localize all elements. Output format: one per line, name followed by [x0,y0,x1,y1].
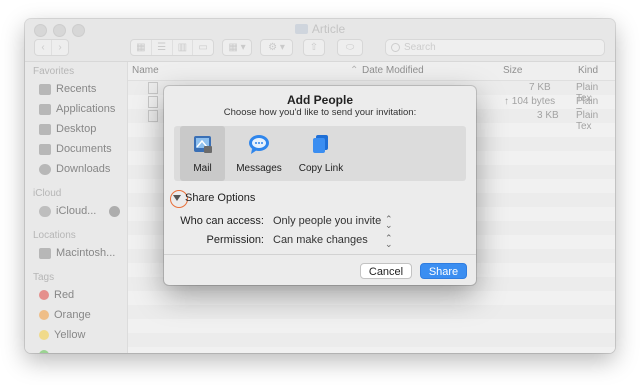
mail-icon [192,133,214,155]
search-field[interactable]: Search [385,39,605,56]
desktop-icon [39,123,51,135]
share-option-mail[interactable]: Mail [180,126,225,181]
sidebar-tag-red[interactable]: Red [39,287,74,303]
gallery-view-icon[interactable]: ▭ [193,40,213,55]
column-name[interactable]: Name [132,65,159,76]
toolbar: Article ‹ › ▦ ☰ ▥ ▭ ▦ ▾ ⚙ ▾ ⇧ ⬭ Search [25,19,615,62]
document-icon [148,110,158,122]
orange-tag-icon [39,310,49,320]
applications-icon [39,103,51,115]
chevron-updown-icon: ⌃ ⌄ [385,214,393,230]
document-icon [148,96,158,108]
add-people-dialog: Add People Choose how you'd like to send… [164,86,476,285]
list-view-icon[interactable]: ☰ [152,40,173,55]
sidebar-tag-yellow[interactable]: Yellow [39,327,85,343]
share-method-picker: Mail Messages Copy Link [174,126,466,181]
forward-icon[interactable]: › [52,40,68,55]
sidebar-item-icloud-drive[interactable]: iCloud... [39,203,121,219]
column-kind[interactable]: Kind [578,65,598,76]
disk-icon [39,247,51,259]
icon-view-icon[interactable]: ▦ [131,40,152,55]
cancel-button[interactable]: Cancel [360,263,412,279]
download-icon [39,163,51,175]
sidebar-header-tags: Tags [33,272,55,283]
sidebar-header-favorites: Favorites [33,66,75,77]
share-toolbar-button[interactable]: ⇧ [303,39,325,56]
share-options-toggle[interactable]: Share Options [185,192,255,204]
sidebar: Favorites Recents Applications Desktop D… [25,62,128,353]
group-icon: ▦ ▾ [228,42,246,53]
who-can-access-label: Who can access: [180,215,264,227]
tags-button[interactable]: ⬭ [337,39,363,56]
sidebar-tag-orange[interactable]: Orange [39,307,91,323]
folder-icon [294,24,308,34]
document-icon [39,143,51,155]
chevron-updown-icon: ⌃ ⌄ [385,233,393,249]
tag-icon: ⬭ [345,42,355,53]
disclosure-triangle-icon[interactable] [173,195,181,201]
sidebar-tag-green[interactable] [39,347,49,353]
yellow-tag-icon [39,330,49,340]
sidebar-item-downloads[interactable]: Downloads [39,161,110,177]
clock-icon [39,83,51,95]
back-icon[interactable]: ‹ [35,40,52,55]
progress-icon [109,205,121,217]
group-button[interactable]: ▦ ▾ [222,39,252,56]
who-can-access-popup[interactable]: Only people you invite [273,215,381,227]
green-tag-icon [39,350,49,353]
red-tag-icon [39,290,49,300]
gear-icon: ⚙ ▾ [268,42,285,53]
search-icon [391,43,400,52]
divider [164,254,476,255]
sidebar-item-desktop[interactable]: Desktop [39,121,96,137]
sidebar-item-macintosh-hd[interactable]: Macintosh... [39,245,115,261]
cloud-icon [39,205,51,217]
dialog-subtitle: Choose how you'd like to send your invit… [223,107,417,118]
window-title: Article [25,22,615,36]
sidebar-header-icloud: iCloud [33,188,62,199]
sidebar-item-documents[interactable]: Documents [39,141,112,157]
document-icon [148,82,158,94]
permission-popup[interactable]: Can make changes [273,234,368,246]
share-option-copy-link[interactable]: Copy Link [291,126,351,181]
view-mode-buttons[interactable]: ▦ ☰ ▥ ▭ [130,39,214,56]
sidebar-item-recents[interactable]: Recents [39,81,96,97]
sort-chevron-icon[interactable]: ⌃ [350,65,358,76]
column-view-icon[interactable]: ▥ [173,40,194,55]
share-option-messages[interactable]: Messages [229,126,289,181]
share-icon: ⇧ [309,42,319,53]
back-forward-buttons[interactable]: ‹ › [34,39,69,56]
sidebar-item-applications[interactable]: Applications [39,101,115,117]
action-button[interactable]: ⚙ ▾ [260,39,293,56]
dialog-title: Add People [286,93,353,107]
column-size[interactable]: Size [503,65,522,76]
messages-icon [248,133,270,155]
list-header: Name ⌃ Date Modified Size Kind [128,62,615,81]
share-button[interactable]: Share [420,263,467,279]
sidebar-header-locations: Locations [33,230,76,241]
permission-label: Permission: [206,234,264,246]
column-date-modified[interactable]: Date Modified [362,65,424,76]
copy-link-icon [310,133,332,155]
